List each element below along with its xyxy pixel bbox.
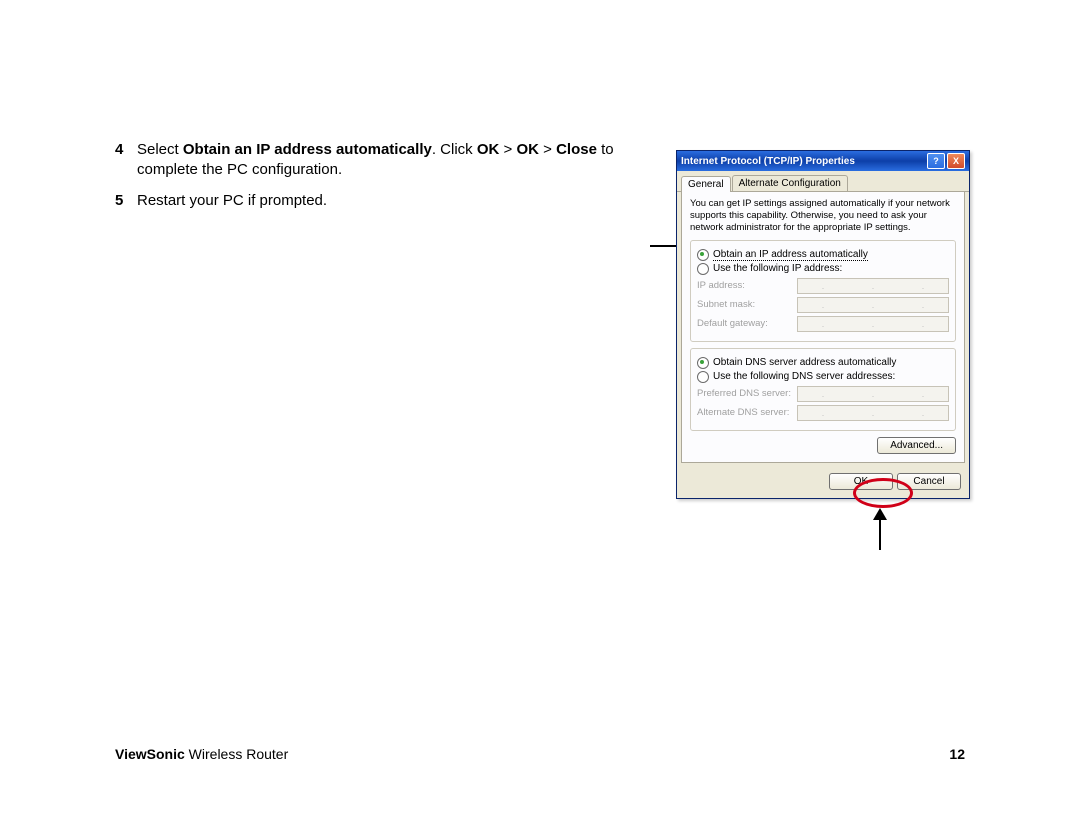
dialog-tabs: General Alternate Configuration [677, 171, 969, 192]
dialog-info-text: You can get IP settings assigned automat… [690, 198, 956, 234]
dns-group: Obtain DNS server address automatically … [690, 348, 956, 431]
field-ip-address: IP address: ... [697, 278, 949, 294]
radio-use-following-ip[interactable]: Use the following IP address: [697, 263, 949, 275]
field-label: Subnet mask: [697, 299, 797, 310]
help-icon[interactable]: ? [927, 153, 945, 169]
radio-obtain-dns-auto[interactable]: Obtain DNS server address automatically [697, 357, 949, 369]
dialog-bottom-buttons: OK Cancel [677, 467, 969, 498]
radio-icon [697, 357, 709, 369]
footer-left: ViewSonic Wireless Router [115, 746, 288, 762]
step-4: 4 Select Obtain an IP address automatica… [115, 140, 640, 181]
tab-alternate-configuration[interactable]: Alternate Configuration [732, 175, 848, 191]
field-subnet-mask: Subnet mask: ... [697, 297, 949, 313]
alternate-dns-input: ... [797, 405, 949, 421]
step-5: 5 Restart your PC if prompted. [115, 191, 640, 211]
field-label: Default gateway: [697, 318, 797, 329]
tcpip-properties-dialog: Internet Protocol (TCP/IP) Properties ? … [676, 150, 970, 499]
step-number: 4 [115, 140, 137, 181]
default-gateway-input: ... [797, 316, 949, 332]
ip-address-input: ... [797, 278, 949, 294]
field-alternate-dns: Alternate DNS server: ... [697, 405, 949, 421]
page-number: 12 [949, 746, 965, 762]
dialog-titlebar[interactable]: Internet Protocol (TCP/IP) Properties ? … [677, 151, 969, 171]
ok-button[interactable]: OK [829, 473, 893, 490]
step-number: 5 [115, 191, 137, 211]
dialog-title: Internet Protocol (TCP/IP) Properties [681, 156, 925, 167]
radio-icon [697, 263, 709, 275]
close-icon[interactable]: X [947, 153, 965, 169]
radio-icon [697, 371, 709, 383]
radio-label: Use the following DNS server addresses: [713, 371, 895, 382]
radio-icon [697, 249, 709, 261]
radio-obtain-ip-auto[interactable]: Obtain an IP address automatically [697, 249, 949, 261]
tab-body: You can get IP settings assigned automat… [681, 192, 965, 463]
field-label: Preferred DNS server: [697, 388, 797, 399]
step-text: Restart your PC if prompted. [137, 191, 640, 211]
radio-use-following-dns[interactable]: Use the following DNS server addresses: [697, 371, 949, 383]
arrow-up-icon [870, 508, 890, 550]
page-footer: ViewSonic Wireless Router 12 [115, 746, 965, 762]
footer-product: Wireless Router [185, 746, 288, 762]
field-label: Alternate DNS server: [697, 407, 797, 418]
field-label: IP address: [697, 280, 797, 291]
advanced-button[interactable]: Advanced... [877, 437, 956, 454]
advanced-row: Advanced... [690, 437, 956, 454]
preferred-dns-input: ... [797, 386, 949, 402]
radio-label: Obtain DNS server address automatically [713, 357, 896, 368]
field-preferred-dns: Preferred DNS server: ... [697, 386, 949, 402]
field-default-gateway: Default gateway: ... [697, 316, 949, 332]
ip-group: Obtain an IP address automatically Use t… [690, 240, 956, 342]
tab-general[interactable]: General [681, 176, 731, 192]
radio-label: Use the following IP address: [713, 263, 842, 274]
radio-label: Obtain an IP address automatically [713, 249, 868, 261]
instruction-list: 4 Select Obtain an IP address automatica… [115, 140, 640, 221]
subnet-mask-input: ... [797, 297, 949, 313]
step-text: Select Obtain an IP address automaticall… [137, 140, 640, 181]
cancel-button[interactable]: Cancel [897, 473, 961, 490]
footer-brand: ViewSonic [115, 746, 185, 762]
